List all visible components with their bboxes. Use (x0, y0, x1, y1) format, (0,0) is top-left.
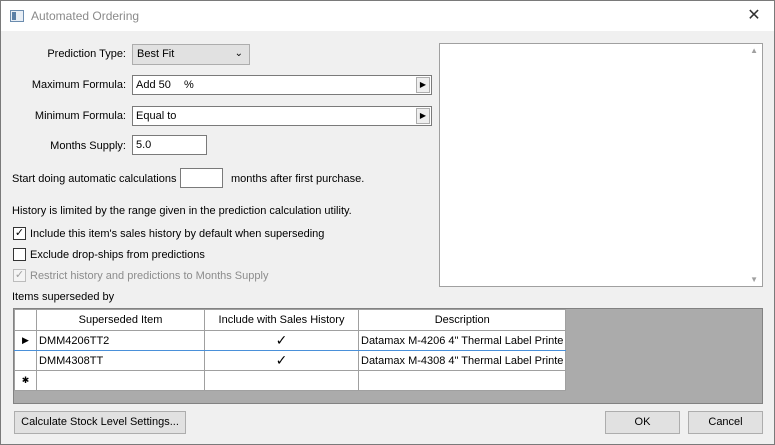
col-header-description[interactable]: Description (357, 309, 567, 331)
restrict-history-checkbox: ✓ (13, 269, 26, 282)
cell-include-check[interactable] (204, 370, 359, 391)
items-superseded-label: Items superseded by (12, 291, 115, 303)
row-header (14, 350, 37, 371)
include-sales-history-label: Include this item's sales history by def… (30, 228, 325, 240)
cell-superseded-item[interactable]: DMM4206TT2 (36, 330, 205, 351)
cell-include-check[interactable]: ✓ (204, 350, 359, 371)
new-row[interactable]: ✱ (14, 370, 567, 391)
cell-include-check[interactable]: ✓ (204, 330, 359, 351)
col-header-superseded-item[interactable]: Superseded Item (36, 309, 205, 331)
automated-ordering-dialog: Automated Ordering ✕ Prediction Type: Be… (0, 0, 775, 445)
minimum-formula-label: Minimum Formula: (34, 110, 126, 122)
app-icon (10, 10, 24, 22)
months-supply-input[interactable]: 5.0 (132, 135, 207, 155)
start-calc-suffix: months after first purchase. (231, 173, 365, 185)
cell-description[interactable] (357, 370, 567, 391)
prediction-type-value: Best Fit (137, 48, 175, 60)
calculate-stock-level-button[interactable]: Calculate Stock Level Settings... (14, 411, 186, 434)
superseded-grid: Superseded Item Include with Sales Histo… (13, 308, 763, 404)
exclude-drop-ships-label: Exclude drop-ships from predictions (30, 249, 205, 261)
maximum-formula-field[interactable]: Add 50 % ▶ (132, 75, 432, 95)
maximum-formula-expand-button[interactable]: ▶ (416, 77, 430, 93)
months-supply-label: Months Supply: (50, 140, 126, 152)
title-bar: Automated Ordering ✕ (1, 1, 774, 31)
history-note: History is limited by the range given in… (12, 205, 352, 217)
months-supply-value: 5.0 (136, 139, 152, 151)
col-header-include-sales-history[interactable]: Include with Sales History (204, 309, 359, 331)
prediction-type-label: Prediction Type: (47, 48, 126, 60)
grid-corner (14, 309, 37, 331)
maximum-formula-unit: % (184, 79, 194, 91)
cancel-button[interactable]: Cancel (688, 411, 763, 434)
ok-button[interactable]: OK (605, 411, 680, 434)
cell-description[interactable]: Datamax M-4206 4" Thermal Label Printe (357, 330, 567, 351)
close-icon[interactable]: ✕ (744, 6, 764, 26)
prediction-type-select[interactable]: Best Fit ⌄ (132, 44, 250, 65)
superseded-table: Superseded Item Include with Sales Histo… (14, 309, 567, 391)
include-sales-history-checkbox[interactable]: ✓ (13, 227, 26, 240)
minimum-formula-expand-button[interactable]: ▶ (416, 108, 430, 124)
exclude-drop-ships-checkbox[interactable] (13, 248, 26, 261)
maximum-formula-label: Maximum Formula: (31, 79, 126, 91)
new-row-marker: ✱ (14, 370, 37, 391)
scroll-up-icon[interactable]: ▲ (750, 46, 758, 55)
start-calc-prefix: Start doing automatic calculations (12, 173, 177, 185)
table-row[interactable]: DMM4308TT ✓ Datamax M-4308 4" Thermal La… (14, 350, 567, 371)
chevron-down-icon: ⌄ (234, 48, 243, 59)
cell-superseded-item[interactable] (36, 370, 205, 391)
preview-panel: ▲ ▼ (439, 43, 763, 287)
window-title: Automated Ordering (31, 9, 140, 23)
grid-header-row: Superseded Item Include with Sales Histo… (14, 309, 567, 331)
start-calc-months-input[interactable] (180, 168, 223, 188)
cell-superseded-item[interactable]: DMM4308TT (36, 350, 205, 371)
minimum-formula-value: Equal to (136, 110, 177, 122)
maximum-formula-value: Add 50 (136, 79, 171, 91)
cell-description[interactable]: Datamax M-4308 4" Thermal Label Printe (357, 350, 567, 371)
row-current-marker: ▶ (14, 330, 37, 351)
table-row[interactable]: ▶ DMM4206TT2 ✓ Datamax M-4206 4" Thermal… (14, 330, 567, 351)
minimum-formula-field[interactable]: Equal to ▶ (132, 106, 432, 126)
restrict-history-label: Restrict history and predictions to Mont… (30, 270, 269, 282)
scroll-down-icon[interactable]: ▼ (750, 275, 758, 284)
